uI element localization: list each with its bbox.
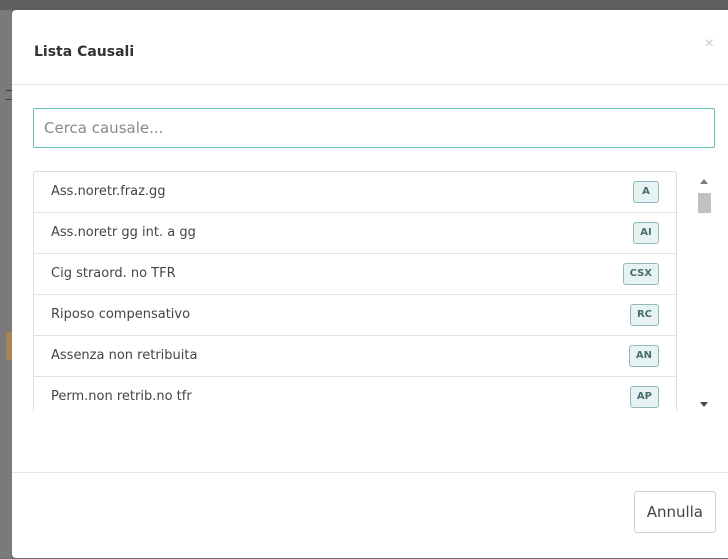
item-code-badge: AN bbox=[628, 345, 659, 367]
item-label: Ass.noretr gg int. a gg bbox=[51, 225, 196, 240]
cancel-button[interactable]: Annulla bbox=[633, 491, 716, 533]
list-item[interactable]: Assenza non retribuita AN bbox=[34, 336, 676, 377]
item-code-badge: CSX bbox=[622, 263, 659, 285]
list-item[interactable]: Ass.noretr.fraz.gg A bbox=[34, 172, 676, 213]
search-input[interactable] bbox=[33, 108, 715, 148]
page-backdrop bbox=[0, 0, 728, 10]
causali-list: Ass.noretr.fraz.gg A Ass.noretr gg int. … bbox=[33, 171, 677, 411]
item-label: Ass.noretr.fraz.gg bbox=[51, 184, 166, 199]
item-code-badge: AI bbox=[633, 222, 659, 244]
list-item[interactable]: Cig straord. no TFR CSX bbox=[34, 254, 676, 295]
scroll-thumb[interactable] bbox=[698, 193, 711, 213]
item-label: Riposo compensativo bbox=[51, 307, 191, 322]
list-scrollbar[interactable] bbox=[695, 171, 713, 411]
item-label: Assenza non retribuita bbox=[51, 348, 198, 363]
modal-footer: Annulla bbox=[12, 472, 728, 559]
causali-modal: Lista Causali × Ass.noretr.fraz.gg A Ass… bbox=[12, 10, 728, 558]
list-item[interactable]: Perm.non retrib.no tfr AP bbox=[34, 377, 676, 411]
scroll-up-icon[interactable] bbox=[700, 179, 708, 184]
scroll-down-icon[interactable] bbox=[700, 402, 708, 407]
item-code-badge: A bbox=[633, 181, 659, 203]
close-icon[interactable]: × bbox=[705, 36, 714, 52]
background-page-edge bbox=[0, 10, 12, 558]
item-code-badge: RC bbox=[629, 304, 659, 326]
item-label: Perm.non retrib.no tfr bbox=[51, 389, 192, 404]
list-item[interactable]: Ass.noretr gg int. a gg AI bbox=[34, 213, 676, 254]
item-code-badge: AP bbox=[629, 386, 659, 408]
list-item[interactable]: Riposo compensativo RC bbox=[34, 295, 676, 336]
item-label: Cig straord. no TFR bbox=[51, 266, 176, 281]
modal-header: Lista Causali × bbox=[12, 10, 728, 85]
modal-title: Lista Causali bbox=[34, 44, 135, 60]
